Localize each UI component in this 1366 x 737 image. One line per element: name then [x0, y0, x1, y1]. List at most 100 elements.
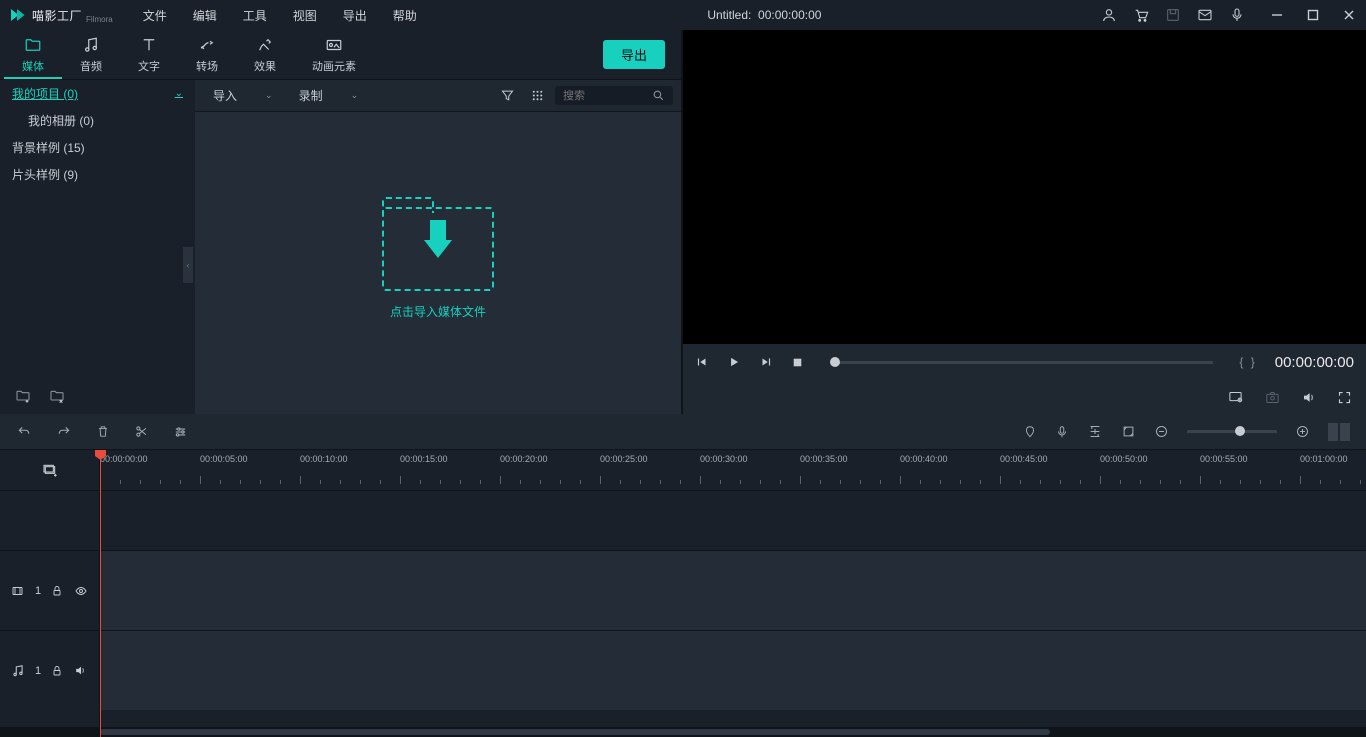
ruler-tick: 00:00:55:00 [1200, 454, 1248, 464]
voiceover-button[interactable] [1055, 424, 1069, 440]
menu-export[interactable]: 导出 [331, 2, 379, 29]
preview-panel: { } 00:00:00:00 [683, 30, 1366, 414]
stop-button[interactable] [791, 356, 804, 369]
menu-help[interactable]: 帮助 [381, 2, 429, 29]
document-title: Untitled: 00:00:00:00 [429, 8, 1100, 22]
audio-track-1[interactable]: 1 [0, 630, 1366, 710]
ruler-tick: 00:00:10:00 [300, 454, 348, 464]
tab-audio[interactable]: 音频 [62, 32, 120, 78]
record-dropdown-label: 录制 [299, 87, 323, 104]
play-button[interactable] [727, 355, 741, 369]
account-icon[interactable] [1100, 6, 1118, 24]
display-settings-button[interactable] [1227, 390, 1244, 405]
remove-folder-icon[interactable] [48, 388, 66, 404]
delete-button[interactable] [96, 424, 110, 439]
cart-icon[interactable] [1132, 6, 1150, 24]
effects-icon [256, 36, 274, 54]
snapshot-button[interactable] [1264, 390, 1281, 405]
split-button[interactable] [134, 424, 149, 439]
mic-icon[interactable] [1228, 6, 1246, 24]
save-icon[interactable] [1164, 6, 1182, 24]
tab-elements-label: 动画元素 [312, 58, 356, 74]
tree-collapse-handle[interactable]: ‹ [183, 247, 193, 283]
add-track-button[interactable] [41, 462, 59, 478]
tab-text[interactable]: 文字 [120, 32, 178, 78]
tree-my-album[interactable]: 我的相册 (0) [0, 107, 195, 134]
timeline-scrollbar[interactable] [0, 727, 1366, 737]
grid-view-button[interactable] [525, 84, 549, 108]
import-dropdown[interactable]: 导入 ⌄ [203, 84, 283, 107]
export-button[interactable]: 导出 [603, 40, 665, 69]
undo-button[interactable] [16, 425, 32, 439]
elements-icon [325, 36, 343, 54]
prev-frame-button[interactable] [695, 355, 709, 369]
asset-tabs: 媒体 音频 文字 转场 效果 动画元素 导出 [0, 30, 681, 80]
tree-bg-samples[interactable]: 背景样例 (15) [0, 134, 195, 161]
tab-effects[interactable]: 效果 [236, 32, 294, 78]
preview-timecode: 00:00:00:00 [1275, 354, 1354, 371]
maximize-button[interactable] [1304, 6, 1322, 24]
menu-view[interactable]: 视图 [281, 2, 329, 29]
media-content: 导入 ⌄ 录制 ⌄ [195, 80, 681, 414]
tree-my-project-label: 我的项目 (0) [12, 85, 78, 102]
tab-audio-label: 音频 [80, 58, 102, 74]
search-box[interactable] [555, 86, 673, 105]
app-logo: 喵影工厂 Filmora [8, 6, 113, 24]
timeline-section: 00:00:00:0000:00:05:0000:00:10:0000:00:1… [0, 414, 1366, 737]
preview-scrubber[interactable] [830, 361, 1213, 364]
preview-viewport[interactable] [683, 30, 1366, 344]
audio-mixer-button[interactable] [1087, 424, 1103, 439]
search-icon[interactable] [652, 89, 665, 102]
timeline-ruler[interactable]: 00:00:00:0000:00:05:0000:00:10:0000:00:1… [100, 450, 1366, 490]
ruler-head [0, 450, 100, 490]
tree-my-album-label: 我的相册 (0) [28, 112, 94, 129]
menu-tools[interactable]: 工具 [231, 2, 279, 29]
track-visibility-icon[interactable] [73, 585, 89, 597]
folder-tree: 我的项目 (0) ⌄ 我的相册 (0) 背景样例 (15) 片头样例 (9) ‹ [0, 80, 195, 414]
playhead[interactable] [100, 450, 101, 737]
redo-button[interactable] [56, 425, 72, 439]
track-lock-icon[interactable] [51, 664, 63, 678]
tab-elements[interactable]: 动画元素 [294, 32, 374, 78]
add-folder-icon[interactable] [14, 388, 32, 404]
ruler-tick: 00:00:40:00 [900, 454, 948, 464]
dropzone-folder-icon [382, 207, 494, 291]
record-dropdown[interactable]: 录制 ⌄ [289, 84, 369, 107]
ruler-tick: 00:00:00:00 [100, 454, 148, 464]
marker-brackets[interactable]: { } [1239, 355, 1256, 369]
menu-file[interactable]: 文件 [131, 2, 179, 29]
ruler-tick: 00:01:00:00 [1300, 454, 1348, 464]
search-input[interactable] [563, 90, 652, 102]
text-icon [140, 36, 158, 54]
zoom-out-button[interactable] [1154, 424, 1169, 439]
timeline-view-toggle[interactable] [1328, 423, 1350, 441]
track-mute-icon[interactable] [73, 664, 88, 677]
menu-edit[interactable]: 编辑 [181, 2, 229, 29]
message-icon[interactable] [1196, 6, 1214, 24]
tab-media[interactable]: 媒体 [4, 32, 62, 79]
next-frame-button[interactable] [759, 355, 773, 369]
ruler-tick: 00:00:15:00 [400, 454, 448, 464]
adjust-button[interactable] [173, 425, 188, 439]
tab-transitions[interactable]: 转场 [178, 32, 236, 78]
video-track-number: 1 [35, 585, 41, 597]
minimize-button[interactable] [1268, 6, 1286, 24]
track-spacer-top [0, 490, 1366, 550]
crop-button[interactable] [1121, 424, 1136, 439]
zoom-in-button[interactable] [1295, 424, 1310, 439]
filter-button[interactable] [495, 84, 519, 108]
import-dropzone[interactable]: 点击导入媒体文件 [195, 112, 681, 414]
asset-panel: 媒体 音频 文字 转场 效果 动画元素 导出 [0, 30, 683, 414]
zoom-slider[interactable] [1187, 430, 1277, 433]
video-track-1[interactable]: 1 [0, 550, 1366, 630]
marker-button[interactable] [1023, 424, 1037, 440]
close-button[interactable] [1340, 6, 1358, 24]
ruler-tick: 00:00:25:00 [600, 454, 648, 464]
tab-media-label: 媒体 [22, 58, 44, 74]
fullscreen-button[interactable] [1337, 390, 1352, 405]
tree-my-project[interactable]: 我的项目 (0) ⌄ [0, 80, 195, 107]
track-lock-icon[interactable] [51, 584, 63, 598]
volume-button[interactable] [1301, 390, 1317, 405]
tree-intro-samples-label: 片头样例 (9) [12, 166, 78, 183]
tree-intro-samples[interactable]: 片头样例 (9) [0, 161, 195, 188]
